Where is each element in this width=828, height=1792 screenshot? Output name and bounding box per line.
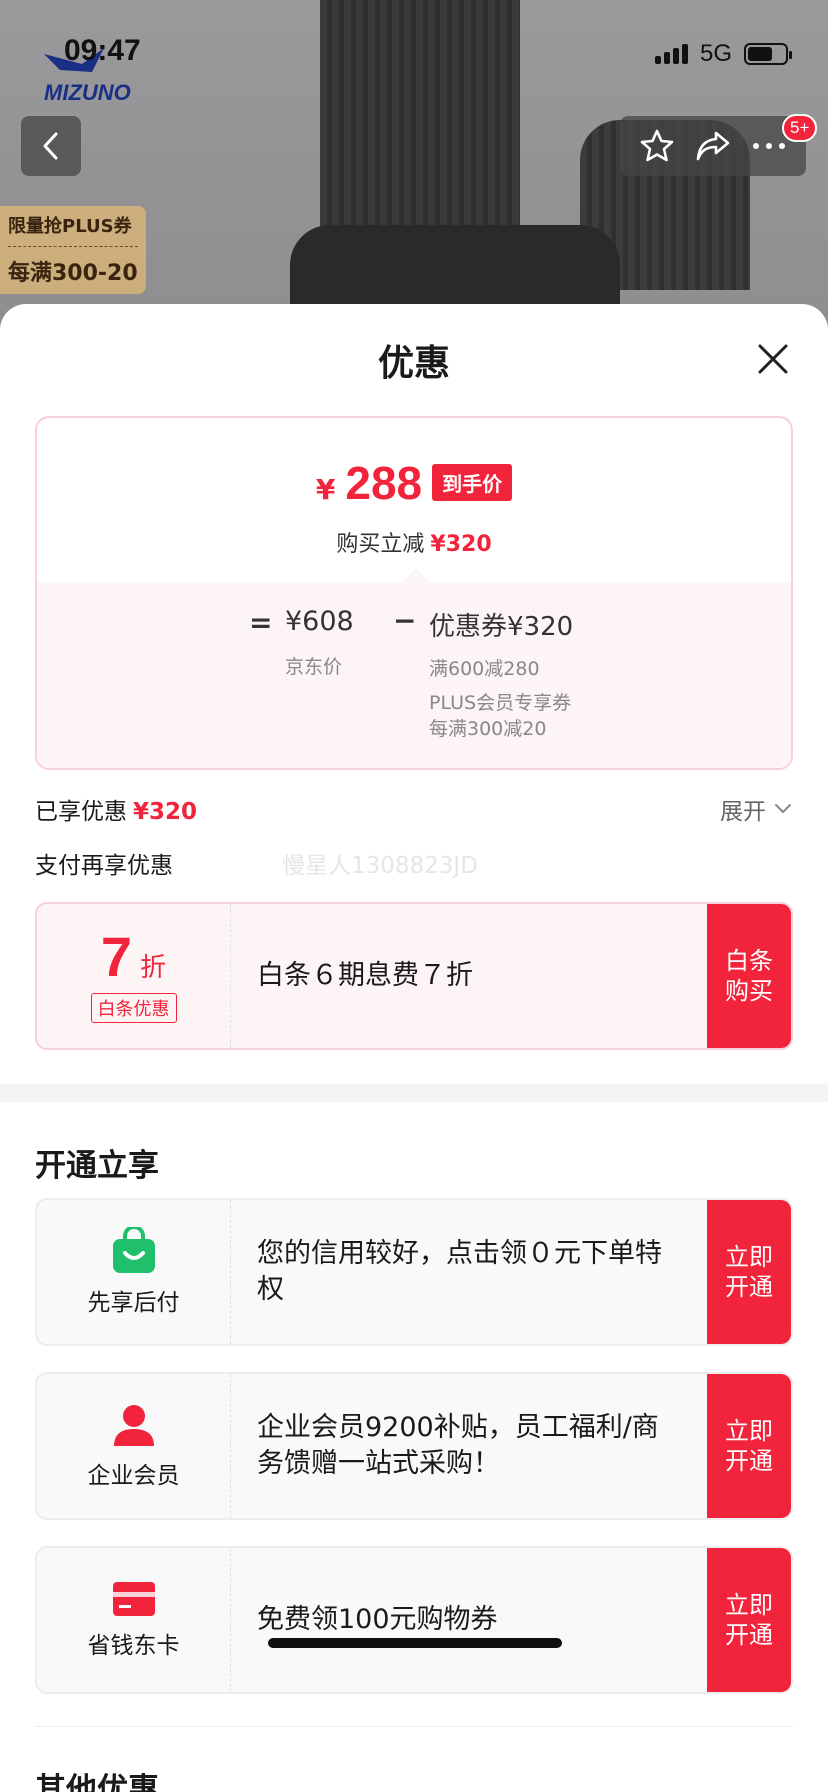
other-section-title: 其他优惠: [35, 1772, 159, 1792]
notification-badge: 5+: [782, 114, 818, 142]
baitiao-desc: 白条６期息费７折: [257, 960, 473, 991]
sheet-title: 优惠: [377, 343, 450, 384]
expand-label: 展开: [720, 799, 766, 825]
person-icon: [113, 1405, 154, 1446]
plus-tag-line1: 限量抢PLUS券: [8, 212, 138, 247]
open-now-button[interactable]: 立即开通: [707, 1200, 791, 1344]
open-section-title: 开通立享: [35, 1148, 159, 1184]
discount-unit: 折: [140, 953, 167, 983]
enjoyed-label: 已享优惠: [35, 799, 127, 825]
coupon-2-line2: 每满300减20: [429, 718, 547, 740]
coupon-2: PLUS会员专享券 每满300减20: [429, 690, 571, 742]
discount-sheet: 优惠 ¥ 288 到手价 购买立减 ¥320 = ¥608 京东价 − 优惠券¥3…: [0, 304, 828, 1792]
reduce-line: 购买立减 ¥320: [37, 526, 791, 558]
open-now-button[interactable]: 立即开通: [707, 1548, 791, 1692]
status-time: 09:47: [64, 34, 141, 67]
coupon-1: 满600减280: [429, 658, 540, 680]
currency-symbol: ¥: [315, 473, 336, 506]
offer-label: 省钱东卡: [87, 1633, 180, 1659]
baitiao-offer: 7 折 白条优惠 白条６期息费７折 白条购买: [35, 902, 793, 1050]
offer-desc: 免费领100元购物券: [257, 1604, 498, 1635]
offer-desc: 企业会员9200补贴，员工福利/商务馈赠一站式采购！: [257, 1412, 659, 1479]
open-now-button[interactable]: 立即开通: [707, 1374, 791, 1518]
divider: [35, 1726, 793, 1727]
enjoyed-amount: ¥320: [133, 799, 198, 825]
svg-text:MIZUNO: MIZUNO: [44, 80, 131, 105]
offer-label: 企业会员: [87, 1463, 180, 1489]
card-icon: [112, 1582, 155, 1616]
minus-sign: −: [393, 604, 417, 637]
status-indicators: 5G: [654, 40, 792, 68]
coupon-total: 优惠券¥320: [429, 612, 574, 642]
offer-card: 先享后付 您的信用较好，点击领０元下单特权 立即开通: [35, 1198, 793, 1346]
final-price-tag: 到手价: [432, 464, 513, 501]
more-icon[interactable]: [751, 141, 787, 151]
offer-card: 企业会员 企业会员9200补贴，员工福利/商务馈赠一站式采购！ 立即开通: [35, 1372, 793, 1520]
jd-price: ¥608: [285, 606, 354, 637]
network-label: 5G: [699, 40, 732, 67]
pay-more-title: 支付再享优惠: [35, 853, 173, 879]
offer-desc: 您的信用较好，点击领０元下单特权: [257, 1238, 662, 1305]
plus-tag-line2: 每满300-20: [8, 261, 138, 286]
enjoyed-discount: 已享优惠 ¥320: [35, 792, 197, 826]
signal-icon: [654, 44, 688, 64]
star-icon[interactable]: [639, 128, 675, 164]
offer-label: 先享后付: [87, 1290, 180, 1316]
home-indicator: [268, 1638, 562, 1648]
section-divider: [0, 1084, 828, 1102]
plus-coupon-tag[interactable]: 限量抢PLUS券 每满300-20: [0, 206, 146, 294]
discount-number: 7: [100, 925, 133, 988]
reduce-label: 购买立减: [336, 532, 425, 557]
share-icon[interactable]: [694, 129, 732, 163]
close-icon[interactable]: [752, 338, 794, 380]
top-actions: [620, 116, 806, 176]
battery-icon: [744, 43, 792, 65]
final-price: 288: [345, 457, 423, 509]
shopping-bag-icon: [112, 1227, 155, 1273]
back-button[interactable]: [21, 116, 81, 176]
chevron-down-icon: [775, 804, 791, 814]
coupon-2-line1: PLUS会员专享券: [429, 692, 572, 714]
jd-price-label: 京东价: [285, 656, 343, 678]
expand-button[interactable]: 展开: [720, 792, 792, 826]
baitiao-buy-button[interactable]: 白条购买: [707, 904, 791, 1048]
offer-card: 省钱东卡 免费领100元购物券 立即开通: [35, 1546, 793, 1694]
reduce-amount: ¥320: [430, 532, 492, 557]
price-breakdown-card: ¥ 288 到手价 购买立减 ¥320 = ¥608 京东价 − 优惠券¥320 …: [35, 416, 793, 770]
equals-sign: =: [249, 606, 273, 639]
watermark: 慢星人1308823JD: [282, 853, 478, 879]
baitiao-tag: 白条优惠: [90, 993, 177, 1023]
chevron-left-icon: [43, 132, 58, 160]
